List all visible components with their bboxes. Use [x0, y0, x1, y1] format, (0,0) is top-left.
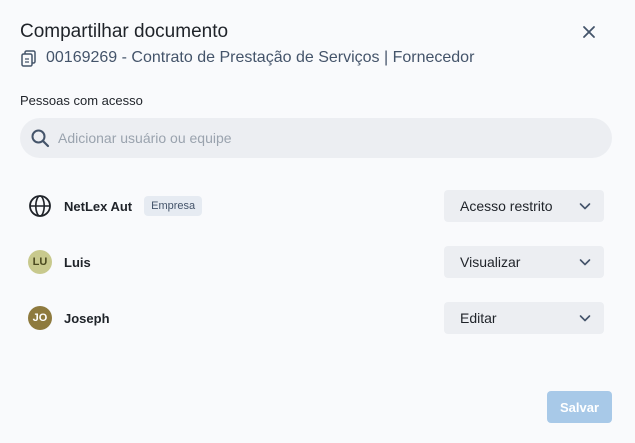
close-icon	[583, 26, 595, 38]
close-button[interactable]	[578, 21, 600, 43]
document-name: 00169269 - Contrato de Prestação de Serv…	[46, 49, 475, 66]
chevron-down-icon	[579, 203, 591, 210]
search-icon	[31, 129, 50, 148]
access-row-joseph: JO Joseph Editar	[20, 302, 612, 334]
avatar: LU	[28, 250, 52, 274]
company-badge: Empresa	[144, 196, 203, 216]
access-row-netlex: NetLex Aut Empresa Acesso restrito	[20, 190, 612, 222]
permission-select-netlex[interactable]: Acesso restrito	[444, 190, 604, 222]
avatar: JO	[28, 306, 52, 330]
access-section-label: Pessoas com acesso	[20, 93, 143, 108]
save-button[interactable]: Salvar	[547, 391, 612, 423]
share-dialog: Compartilhar documento 00169269 - Contra…	[0, 0, 635, 443]
entry-name: Luis	[64, 254, 91, 270]
entry-name: Joseph	[64, 310, 110, 326]
permission-value: Editar	[460, 310, 497, 326]
document-copy-icon	[21, 50, 36, 67]
search-field[interactable]	[20, 118, 612, 158]
permission-select-joseph[interactable]: Editar	[444, 302, 604, 334]
chevron-down-icon	[579, 315, 591, 322]
access-row-luis: LU Luis Visualizar	[20, 246, 612, 278]
permission-select-luis[interactable]: Visualizar	[444, 246, 604, 278]
globe-icon	[29, 195, 51, 217]
search-input[interactable]	[58, 123, 578, 153]
chevron-down-icon	[579, 259, 591, 266]
dialog-title: Compartilhar documento	[20, 21, 229, 42]
entry-name: NetLex Aut	[64, 198, 133, 214]
permission-value: Visualizar	[460, 254, 521, 270]
permission-value: Acesso restrito	[460, 198, 553, 214]
document-subtitle: 00169269 - Contrato de Prestação de Serv…	[20, 48, 474, 68]
